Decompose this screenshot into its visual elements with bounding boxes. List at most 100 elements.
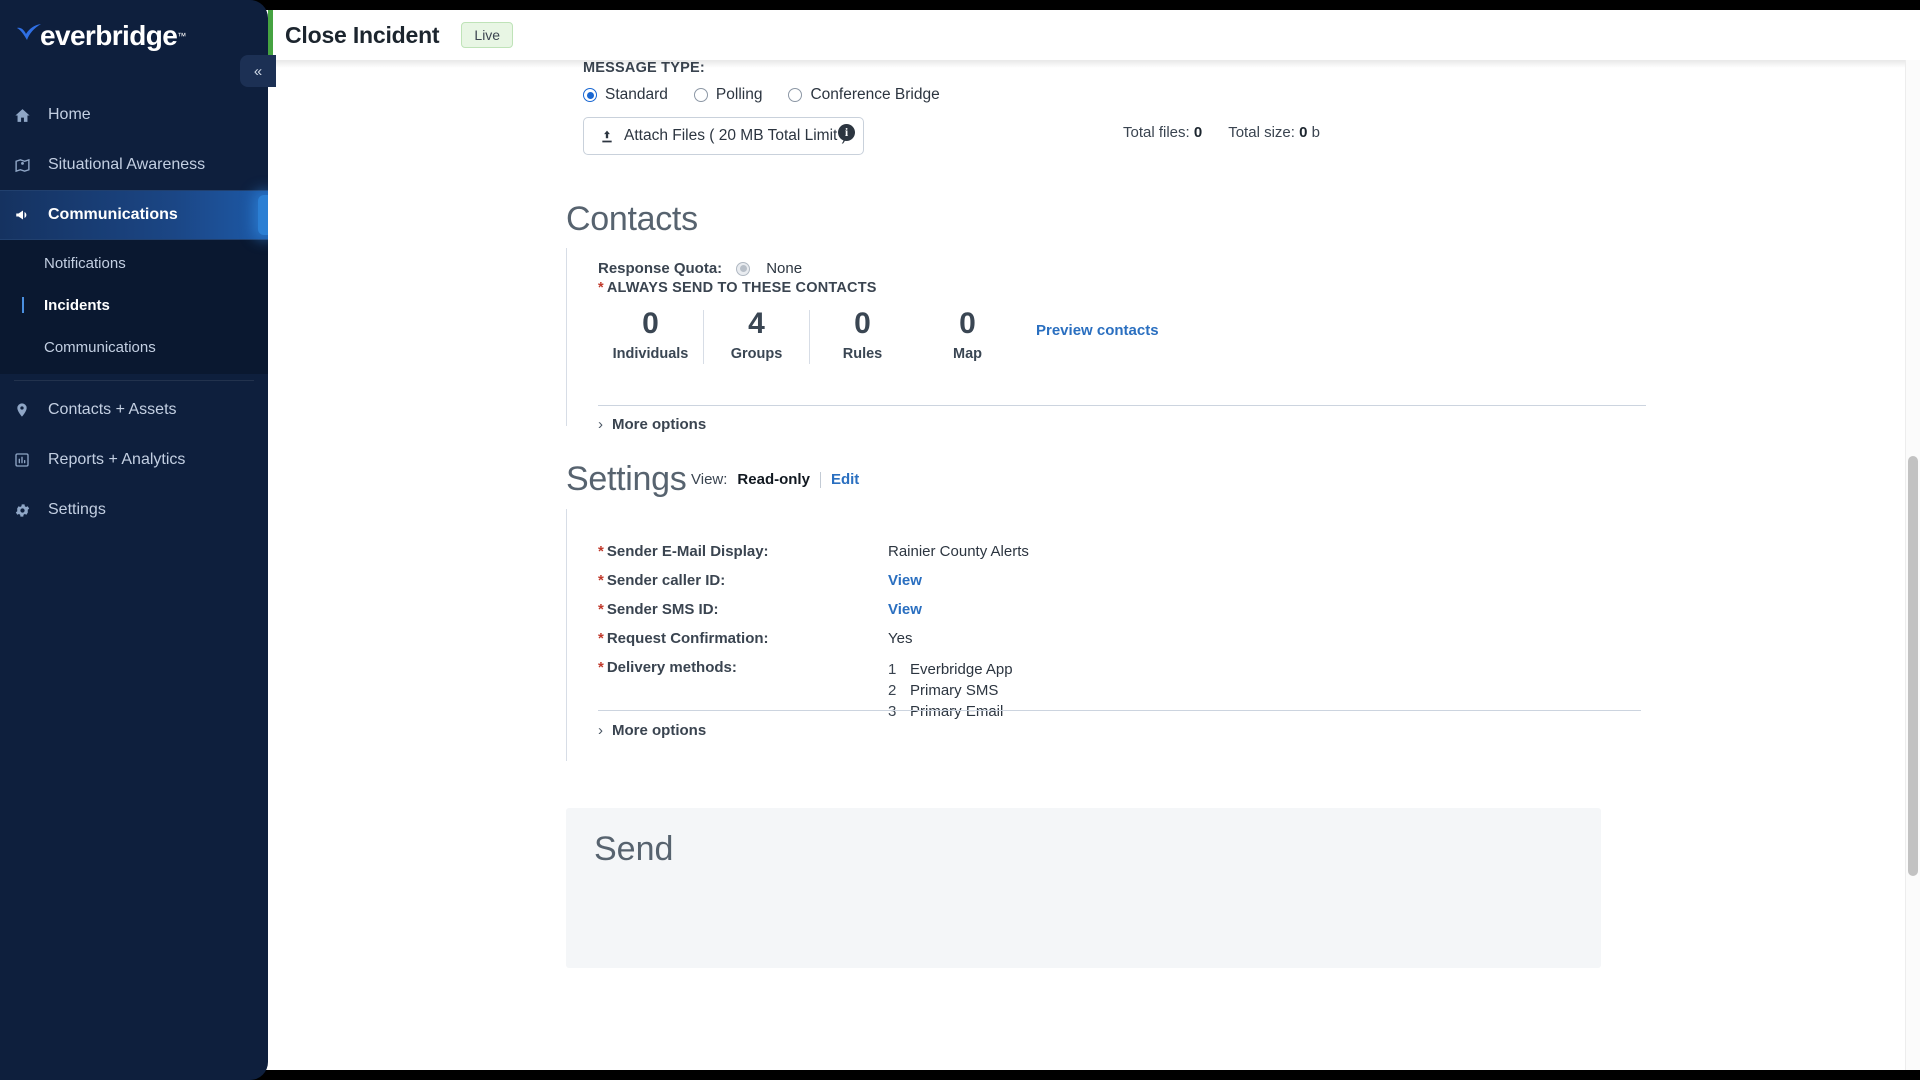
response-quota-value: None <box>766 260 802 277</box>
file-totals: Total files: 0 Total size: 0 b <box>1123 124 1320 141</box>
radio-label: Standard <box>605 86 668 104</box>
main-content: MESSAGE TYPE: Standard Polling Conferenc… <box>268 60 1920 1070</box>
sidebar-item-reports-analytics[interactable]: Reports + Analytics <box>0 435 268 485</box>
count-map[interactable]: 0 Map <box>915 306 1020 362</box>
setting-label: *Sender caller ID: <box>598 572 888 589</box>
sidebar-item-label: Settings <box>48 501 106 519</box>
setting-row-sender-sms-id: *Sender SMS ID: View <box>598 601 922 618</box>
count-label: Map <box>915 346 1020 362</box>
radio-option-standard[interactable]: Standard <box>583 86 668 104</box>
more-options-label: More options <box>612 722 706 739</box>
send-section-title: Send <box>594 830 673 869</box>
setting-view-link[interactable]: View <box>888 601 922 618</box>
settings-section-rail <box>566 509 567 761</box>
delivery-method-name: Primary SMS <box>910 680 998 701</box>
required-asterisk: * <box>598 572 604 589</box>
setting-value: Yes <box>888 630 912 647</box>
settings-divider <box>598 710 1641 711</box>
chevron-right-icon: › <box>598 416 603 433</box>
delivery-methods-list: 1 Everbridge App 2 Primary SMS 3 Primary… <box>888 659 1013 722</box>
radio-option-conference-bridge[interactable]: Conference Bridge <box>788 86 939 104</box>
megaphone-icon <box>14 206 44 224</box>
contacts-more-options-toggle[interactable]: › More options <box>598 416 706 433</box>
contacts-section-title: Contacts <box>566 200 698 239</box>
delivery-method-number: 1 <box>888 659 910 680</box>
total-files-label: Total files: <box>1123 124 1190 141</box>
view-label: View: <box>691 471 727 488</box>
sidebar-subitem-label: Notifications <box>44 255 126 272</box>
sidebar-item-label: Situational Awareness <box>48 156 205 174</box>
everbridge-logo[interactable]: everbridge ™ <box>16 14 216 58</box>
required-asterisk: * <box>598 601 604 618</box>
count-value: 0 <box>810 306 915 342</box>
setting-label: *Sender SMS ID: <box>598 601 888 618</box>
radio-label: Polling <box>716 86 763 104</box>
delivery-method-number: 2 <box>888 680 910 701</box>
sidebar-item-label: Home <box>48 106 91 124</box>
contacts-divider <box>598 405 1646 406</box>
edit-settings-link[interactable]: Edit <box>831 471 859 488</box>
radio-quota-none[interactable] <box>736 262 750 276</box>
radio-polling[interactable] <box>694 88 708 102</box>
page-header: Close Incident Live <box>273 10 1920 60</box>
always-send-label: *ALWAYS SEND TO THESE CONTACTS <box>598 280 877 296</box>
setting-row-sender-caller-id: *Sender caller ID: View <box>598 572 922 589</box>
chevron-right-icon: › <box>598 722 603 739</box>
radio-standard[interactable] <box>583 88 597 102</box>
sidebar-subitem-incidents[interactable]: Incidents <box>0 284 268 326</box>
attach-files-label: Attach Files ( 20 MB Total Limit ) <box>624 127 847 145</box>
setting-label: *Sender E-Mail Display: <box>598 543 888 560</box>
preview-contacts-link[interactable]: Preview contacts <box>1036 322 1159 339</box>
sidebar: everbridge ™ Home Situational Awareness <box>0 0 268 1080</box>
message-type-label: MESSAGE TYPE: <box>583 60 705 76</box>
sidebar-item-label: Communications <box>48 206 178 224</box>
sidebar-item-communications[interactable]: Communications <box>0 190 268 240</box>
page-scrollbar-track[interactable] <box>1905 60 1920 1070</box>
delivery-method-item: 3 Primary Email <box>888 701 1013 722</box>
settings-more-options-toggle[interactable]: › More options <box>598 722 706 739</box>
page-scrollbar-thumb[interactable] <box>1908 456 1918 876</box>
setting-label-text: Sender caller ID: <box>607 572 725 589</box>
sidebar-subnav-communications: Notifications Incidents Communications <box>0 240 268 374</box>
info-icon[interactable]: i <box>838 124 855 141</box>
vertical-divider <box>820 472 821 488</box>
contacts-section-rail <box>566 248 567 426</box>
radio-option-polling[interactable]: Polling <box>694 86 763 104</box>
required-asterisk: * <box>598 659 604 676</box>
delivery-method-name: Everbridge App <box>910 659 1013 680</box>
count-label: Groups <box>704 346 809 362</box>
sidebar-item-home[interactable]: Home <box>0 90 268 140</box>
sidebar-collapse-button[interactable]: « <box>240 55 276 87</box>
green-accent-bar <box>268 10 273 60</box>
count-value: 4 <box>704 306 809 342</box>
setting-label: *Delivery methods: <box>598 659 888 722</box>
count-rules[interactable]: 0 Rules <box>810 306 915 362</box>
more-options-label: More options <box>612 416 706 433</box>
attach-files-button[interactable]: Attach Files ( 20 MB Total Limit ) <box>583 117 864 155</box>
sidebar-item-situational-awareness[interactable]: Situational Awareness <box>0 140 268 190</box>
count-value: 0 <box>598 306 703 342</box>
sidebar-item-settings[interactable]: Settings <box>0 485 268 535</box>
setting-row-sender-email-display: *Sender E-Mail Display: Rainier County A… <box>598 543 1029 560</box>
home-icon <box>14 107 44 124</box>
count-individuals[interactable]: 0 Individuals <box>598 306 703 362</box>
sidebar-subitem-notifications[interactable]: Notifications <box>0 242 268 284</box>
required-asterisk: * <box>598 543 604 560</box>
sidebar-nav: Home Situational Awareness Communication… <box>0 90 268 535</box>
radio-conference-bridge[interactable] <box>788 88 802 102</box>
sidebar-item-contacts-assets[interactable]: Contacts + Assets <box>0 385 268 435</box>
setting-label: *Request Confirmation: <box>598 630 888 647</box>
delivery-method-item: 1 Everbridge App <box>888 659 1013 680</box>
count-label: Individuals <box>598 346 703 362</box>
total-files-value: 0 <box>1194 124 1202 141</box>
sidebar-subitem-communications[interactable]: Communications <box>0 326 268 368</box>
count-value: 0 <box>915 306 1020 342</box>
total-size-label: Total size: <box>1228 124 1295 141</box>
chevron-double-left-icon: « <box>254 63 262 80</box>
delivery-method-item: 2 Primary SMS <box>888 680 1013 701</box>
response-quota-row: Response Quota: None <box>598 260 802 277</box>
count-groups[interactable]: 4 Groups <box>704 306 809 362</box>
setting-label-text: Sender E-Mail Display: <box>607 543 769 560</box>
setting-view-link[interactable]: View <box>888 572 922 589</box>
view-value: Read-only <box>737 471 810 488</box>
